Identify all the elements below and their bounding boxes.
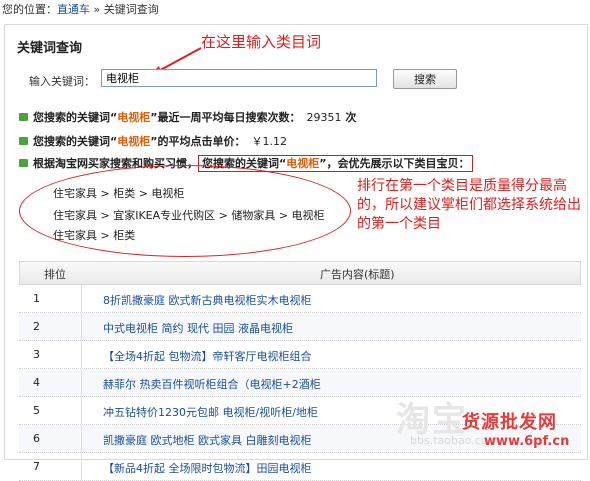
- row-ad-title[interactable]: 凯撒豪庭 欧式地柜 欧式家具 白雕刻电视柜: [103, 432, 312, 448]
- row-ad-title[interactable]: 【全场4折起 包物流】帝轩客厅电视柜组合: [103, 348, 312, 364]
- annotation-category-advice: 排行在第一个类目是质量得分最高的，所以建议掌柜们都选择系统给出的第一个类目: [357, 178, 581, 232]
- bullet-icon: [19, 159, 28, 167]
- row-ad-title[interactable]: 赫菲尔 热卖百件视听柜组合（电视柜+2酒柜: [103, 376, 321, 392]
- table-row: 3 【全场4折起 包物流】帝轩客厅电视柜组合: [19, 341, 581, 369]
- stat-unit: 次: [345, 111, 357, 124]
- stat-text: ”最近一周平均每日搜索次数：: [150, 111, 301, 124]
- keyword-query-panel: 关键词查询 在这里输入类目词 输入关键词： 搜索 您搜索的关键词“电视柜”最近一…: [4, 24, 588, 481]
- category-path-2[interactable]: 住宅家具 > 宜家IKEA专业代购区 > 储物家具 > 电视柜: [53, 207, 325, 223]
- search-button[interactable]: 搜索: [393, 69, 457, 89]
- stat-value: ￥1.12: [251, 135, 287, 148]
- site-watermark-url: www.6pf.cn: [484, 434, 570, 449]
- breadcrumb: 您的位置：直通车 » 关键词查询: [2, 2, 159, 18]
- table-row: 4 赫菲尔 热卖百件视听柜组合（电视柜+2酒柜: [19, 369, 581, 397]
- row-ad-title[interactable]: 冲五钻特价1230元包邮 电视柜/视听柜/地柜: [103, 404, 318, 420]
- table-header: 排位 广告内容(标题): [19, 261, 581, 285]
- table-row: 2 中式电视柜 简约 现代 田园 液晶电视柜: [19, 313, 581, 341]
- breadcrumb-prefix: 您的位置：: [2, 3, 57, 16]
- row-rank: 1: [33, 292, 40, 305]
- stat-keyword: 电视柜: [286, 157, 320, 170]
- site-watermark-name: 货源批发网: [462, 412, 557, 433]
- stat-keyword: 电视柜: [117, 135, 151, 148]
- row-ad-title[interactable]: 【新品4折起 全场限时包物流】田园电视柜: [103, 460, 312, 476]
- stat-text: ”的平均点击单价：: [150, 135, 246, 148]
- row-rank: 6: [33, 432, 40, 445]
- breadcrumb-current: 关键词查询: [103, 3, 159, 16]
- row-ad-title[interactable]: 中式电视柜 简约 现代 田园 液晶电视柜: [103, 320, 293, 336]
- stat-keyword: 电视柜: [117, 111, 151, 124]
- header-ad-content: 广告内容(标题): [320, 268, 395, 281]
- stat-daily-searches: 您搜索的关键词“电视柜”最近一周平均每日搜索次数： 29351 次: [19, 109, 356, 125]
- panel-title: 关键词查询: [17, 41, 83, 56]
- breadcrumb-separator: »: [93, 3, 101, 16]
- row-rank: 2: [33, 320, 40, 333]
- stat-text: 您搜索的关键词“: [33, 135, 118, 148]
- row-rank: 5: [33, 404, 40, 417]
- annotation-input-hint: 在这里输入类目词: [201, 33, 322, 51]
- row-ad-title[interactable]: 8折凯撒豪庭 欧式新古典电视柜实木电视柜: [103, 292, 312, 308]
- keyword-input[interactable]: [101, 69, 377, 87]
- bullet-icon: [19, 137, 28, 145]
- row-rank: 4: [33, 376, 40, 389]
- category-path-1[interactable]: 住宅家具 > 柜类 > 电视柜: [53, 185, 184, 201]
- stat-text: ”，会优先展示以下类目宝贝：: [319, 157, 470, 170]
- category-path-3[interactable]: 住宅家具 > 柜类: [53, 227, 135, 243]
- header-rank: 排位: [44, 268, 66, 281]
- table-row: 1 8折凯撒豪庭 欧式新古典电视柜实木电视柜: [19, 285, 581, 313]
- keyword-label: 输入关键词：: [29, 75, 95, 88]
- breadcrumb-link-ztc[interactable]: 直通车: [57, 3, 90, 16]
- row-rank: 7: [33, 460, 40, 473]
- stat-value: 29351: [306, 111, 342, 124]
- table-row: 7 【新品4折起 全场限时包物流】田园电视柜: [19, 453, 581, 481]
- bullet-icon: [19, 113, 28, 121]
- stat-avg-click-price: 您搜索的关键词“电视柜”的平均点击单价： ￥1.12: [19, 133, 287, 149]
- stat-text: 您搜索的关键词“: [33, 111, 118, 124]
- row-rank: 3: [33, 348, 40, 361]
